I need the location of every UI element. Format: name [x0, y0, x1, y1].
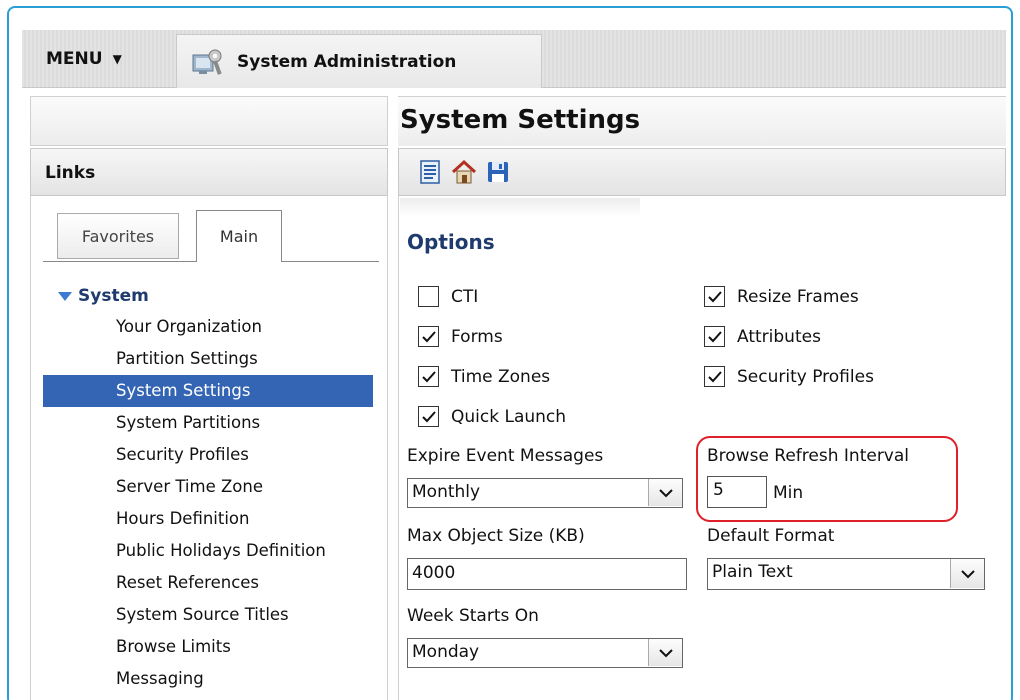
left-pane-header: [30, 96, 388, 146]
default-format-label: Default Format: [707, 526, 835, 546]
tree-item-partition-settings[interactable]: Partition Settings: [43, 343, 373, 375]
checkbox-checked[interactable]: [704, 286, 725, 307]
checkbox-checked[interactable]: [704, 366, 725, 387]
checkbox-label: Quick Launch: [451, 406, 567, 427]
checkbox-label: Resize Frames: [737, 286, 859, 307]
tab-favorites[interactable]: Favorites: [57, 213, 179, 259]
tab-label: System Administration: [237, 51, 457, 72]
tree-children: Your Organization Partition Settings Sys…: [43, 311, 373, 695]
tree-item-public-holidays-definition[interactable]: Public Holidays Definition: [43, 535, 373, 567]
options-heading: Options: [407, 230, 495, 254]
tab-main[interactable]: Main: [196, 210, 282, 262]
checkbox-attributes[interactable]: Attributes: [704, 326, 821, 347]
tree-item-reset-references[interactable]: Reset References: [43, 567, 373, 599]
expire-event-messages-select[interactable]: Monthly: [407, 478, 683, 508]
page-title: System Settings: [398, 96, 1006, 146]
expand-arrow-icon: [58, 291, 72, 301]
week-starts-on-label: Week Starts On: [407, 606, 539, 626]
checkbox-checked[interactable]: [418, 406, 439, 427]
tree-node-system[interactable]: System: [58, 286, 149, 306]
tree-item-browse-limits[interactable]: Browse Limits: [43, 631, 373, 663]
checkmark-icon: [707, 330, 722, 342]
browse-refresh-interval-input[interactable]: 5: [707, 476, 767, 508]
checkbox-unchecked[interactable]: [418, 286, 439, 307]
week-starts-on-select[interactable]: Monday: [407, 638, 683, 668]
tree-item-your-organization[interactable]: Your Organization: [43, 311, 373, 343]
tab-system-administration[interactable]: System Administration: [176, 34, 542, 88]
select-value: Plain Text: [712, 562, 793, 582]
chevron-down-icon[interactable]: [950, 559, 984, 588]
tree-root-label: System: [78, 286, 149, 306]
system-admin-icon: [192, 49, 222, 75]
checkbox-forms[interactable]: Forms: [418, 326, 503, 347]
checkbox-security-profiles[interactable]: Security Profiles: [704, 366, 874, 387]
select-value: Monthly: [412, 482, 481, 502]
checkbox-time-zones[interactable]: Time Zones: [418, 366, 550, 387]
checkmark-icon: [421, 330, 436, 342]
checkbox-checked[interactable]: [704, 326, 725, 347]
max-object-size-input[interactable]: 4000: [407, 558, 687, 590]
checkbox-label: Attributes: [737, 326, 821, 347]
checkmark-icon: [421, 370, 436, 382]
refresh-unit-label: Min: [773, 483, 804, 503]
checkbox-cti[interactable]: CTI: [418, 286, 478, 307]
checkbox-checked[interactable]: [418, 366, 439, 387]
checkbox-label: Time Zones: [451, 366, 551, 387]
toolbar-shadow: [400, 198, 640, 216]
chevron-down-icon: ▼: [112, 52, 122, 66]
tree-item-server-time-zone[interactable]: Server Time Zone: [43, 471, 373, 503]
document-list-icon[interactable]: [417, 159, 443, 185]
tree-item-security-profiles[interactable]: Security Profiles: [43, 439, 373, 471]
tree-item-system-settings[interactable]: System Settings: [43, 375, 373, 407]
tree-item-hours-definition[interactable]: Hours Definition: [43, 503, 373, 535]
checkmark-icon: [421, 410, 436, 422]
checkbox-label: Forms: [451, 326, 503, 347]
checkbox-resize-frames[interactable]: Resize Frames: [704, 286, 859, 307]
menu-label: MENU: [46, 49, 103, 69]
chevron-down-icon[interactable]: [648, 479, 682, 506]
max-object-size-label: Max Object Size (KB): [407, 526, 585, 546]
tree-item-system-source-titles[interactable]: System Source Titles: [43, 599, 373, 631]
checkbox-label: Security Profiles: [737, 366, 874, 387]
checkmark-icon: [707, 290, 722, 302]
tree-item-system-partitions[interactable]: System Partitions: [43, 407, 373, 439]
checkbox-label: CTI: [451, 286, 479, 307]
checkmark-icon: [707, 370, 722, 382]
checkbox-checked[interactable]: [418, 326, 439, 347]
home-icon[interactable]: [451, 159, 477, 185]
checkbox-quick-launch[interactable]: Quick Launch: [418, 406, 566, 427]
tree-item-messaging[interactable]: Messaging: [43, 663, 373, 695]
links-header: Links: [30, 148, 388, 196]
default-format-select[interactable]: Plain Text: [707, 558, 985, 590]
toolbar: [398, 148, 1006, 196]
active-tab-gap: [197, 261, 281, 263]
expire-event-messages-label: Expire Event Messages: [407, 446, 604, 466]
save-icon[interactable]: [485, 159, 511, 185]
browse-refresh-interval-label: Browse Refresh Interval: [707, 446, 910, 466]
select-value: Monday: [412, 642, 480, 662]
menu-button[interactable]: MENU ▼: [22, 30, 174, 88]
chevron-down-icon[interactable]: [648, 639, 682, 666]
